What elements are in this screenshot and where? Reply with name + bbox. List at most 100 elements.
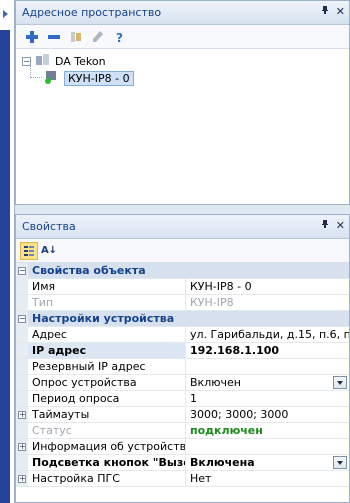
property-value-text: ул. Гарибальди, д.15, п.6, подвал (190, 328, 349, 341)
property-value[interactable]: КУН-IP8 - 0 (186, 279, 349, 294)
property-category[interactable]: − Свойства объекта (16, 263, 349, 279)
categorized-view-icon[interactable] (20, 241, 38, 260)
expand-icon[interactable]: + (18, 442, 26, 451)
alphabetical-sort-icon[interactable]: A↓ (40, 242, 58, 260)
property-row[interactable]: Период опроса 1 (16, 391, 349, 407)
server-icon (35, 53, 51, 70)
category-label: Настройки устройства (32, 312, 175, 325)
pin-icon[interactable] (320, 219, 330, 232)
row-gutter: + (16, 407, 28, 422)
close-icon[interactable]: ✕ (336, 5, 345, 18)
row-gutter (16, 327, 28, 342)
property-name: Тип (28, 295, 186, 310)
property-row[interactable]: IP адрес 192.168.1.100 (16, 343, 349, 359)
property-grid: − Свойства объекта Имя КУН-IP8 - 0 Тип КУН-IP… (16, 263, 349, 487)
collapse-icon[interactable]: − (18, 314, 26, 323)
dropdown-arrow-icon[interactable] (333, 456, 347, 469)
help-icon[interactable]: ? (112, 29, 128, 45)
left-dock-strip (0, 0, 15, 503)
property-value-text: подключен (190, 424, 263, 437)
property-value-text: КУН-IP8 - 0 (190, 280, 252, 293)
category-label: Свойства объекта (32, 264, 146, 277)
property-name: Информация об устройстве (28, 439, 186, 454)
property-value-text: Нет (190, 472, 212, 485)
property-category[interactable]: − Настройки устройства (16, 311, 349, 327)
row-gutter (16, 375, 28, 390)
row-gutter (16, 343, 28, 358)
property-row[interactable]: Адрес ул. Гарибальди, д.15, п.6, подвал (16, 327, 349, 343)
property-value[interactable]: Включен (186, 375, 349, 390)
row-gutter (16, 455, 28, 470)
row-gutter (16, 391, 28, 406)
property-value-text: 1 (190, 392, 197, 405)
collapse-icon[interactable]: − (18, 266, 26, 275)
tree-node-device[interactable]: КУН-IP8 - 0 (44, 70, 134, 86)
property-value-text: КУН-IP8 (190, 296, 234, 309)
property-value[interactable]: Нет (186, 471, 349, 486)
row-gutter (16, 295, 28, 310)
row-gutter (16, 359, 28, 374)
property-row[interactable]: Опрос устройства Включен (16, 375, 349, 391)
property-name: Резервный IP адрес (28, 359, 186, 374)
pin-icon[interactable] (320, 5, 330, 18)
property-value[interactable] (186, 439, 349, 454)
address-space-header: Адресное пространство ✕ (16, 1, 349, 25)
property-value[interactable]: КУН-IP8 (186, 295, 349, 310)
expand-icon[interactable]: + (18, 474, 26, 483)
property-name: Период опроса (28, 391, 186, 406)
property-name: IP адрес (28, 343, 186, 358)
remove-icon[interactable] (46, 29, 62, 45)
row-gutter: + (16, 471, 28, 486)
property-row[interactable]: + Информация об устройстве (16, 439, 349, 455)
property-row[interactable]: + Настройка ПГС Нет (16, 471, 349, 487)
collapse-icon[interactable]: − (22, 56, 31, 66)
svg-text:?: ? (116, 31, 123, 44)
row-gutter (16, 279, 28, 294)
tree-node-label: КУН-IP8 - 0 (64, 70, 134, 86)
property-name: Настройка ПГС (28, 471, 186, 486)
property-row[interactable]: Имя КУН-IP8 - 0 (16, 279, 349, 295)
property-name: Адрес (28, 327, 186, 342)
row-gutter (16, 423, 28, 438)
property-value-text: 192.168.1.100 (190, 344, 280, 357)
close-icon[interactable]: ✕ (336, 219, 345, 232)
property-row[interactable]: Резервный IP адрес (16, 359, 349, 375)
panel-title: Свойства (22, 220, 76, 233)
expand-icon[interactable]: + (18, 410, 26, 419)
property-value[interactable]: Включена (186, 455, 349, 470)
property-row[interactable]: Подсветка кнопок "Вызов" Включена (16, 455, 349, 471)
property-value[interactable]: подключен (186, 423, 349, 438)
tools-icon[interactable] (68, 29, 84, 45)
row-gutter: − (16, 263, 28, 278)
property-row[interactable]: Статус подключен (16, 423, 349, 439)
add-icon[interactable] (24, 29, 40, 45)
property-name: Опрос устройства (28, 375, 186, 390)
panel-title: Адресное пространство (22, 6, 162, 19)
properties-header: Свойства ✕ (16, 215, 349, 239)
properties-panel: Свойства ✕ A↓ − Свойства объекта Имя КУН-IP… (15, 214, 350, 503)
property-value[interactable]: ул. Гарибальди, д.15, п.6, подвал (186, 327, 349, 342)
tree-node-root[interactable]: − DA Tekon (22, 53, 106, 69)
property-value[interactable] (186, 359, 349, 374)
property-sort-toolbar: A↓ (16, 239, 349, 263)
dropdown-arrow-icon[interactable] (333, 376, 347, 389)
address-space-panel: Адресное пространство ✕ ? − DA Tekon КУН… (15, 0, 350, 205)
property-value-text: Включена (190, 456, 255, 469)
property-row[interactable]: Тип КУН-IP8 (16, 295, 349, 311)
property-value[interactable]: 192.168.1.100 (186, 343, 349, 358)
property-name: Подсветка кнопок "Вызов" (28, 455, 186, 470)
tree-node-label: DA Tekon (55, 54, 106, 68)
property-row[interactable]: + Таймауты 3000; 3000; 3000 (16, 407, 349, 423)
device-connected-icon (44, 70, 60, 87)
expand-triangle-icon[interactable] (3, 10, 8, 18)
property-value[interactable]: 1 (186, 391, 349, 406)
property-name: Таймауты (28, 407, 186, 422)
property-name: Статус (28, 423, 186, 438)
address-tree: − DA Tekon КУН-IP8 - 0 (16, 49, 349, 203)
left-dock-bar (0, 30, 10, 503)
row-gutter: + (16, 439, 28, 454)
edit-icon[interactable] (90, 29, 106, 45)
property-value[interactable]: 3000; 3000; 3000 (186, 407, 349, 422)
address-toolbar: ? (16, 25, 349, 49)
row-gutter: − (16, 311, 28, 326)
